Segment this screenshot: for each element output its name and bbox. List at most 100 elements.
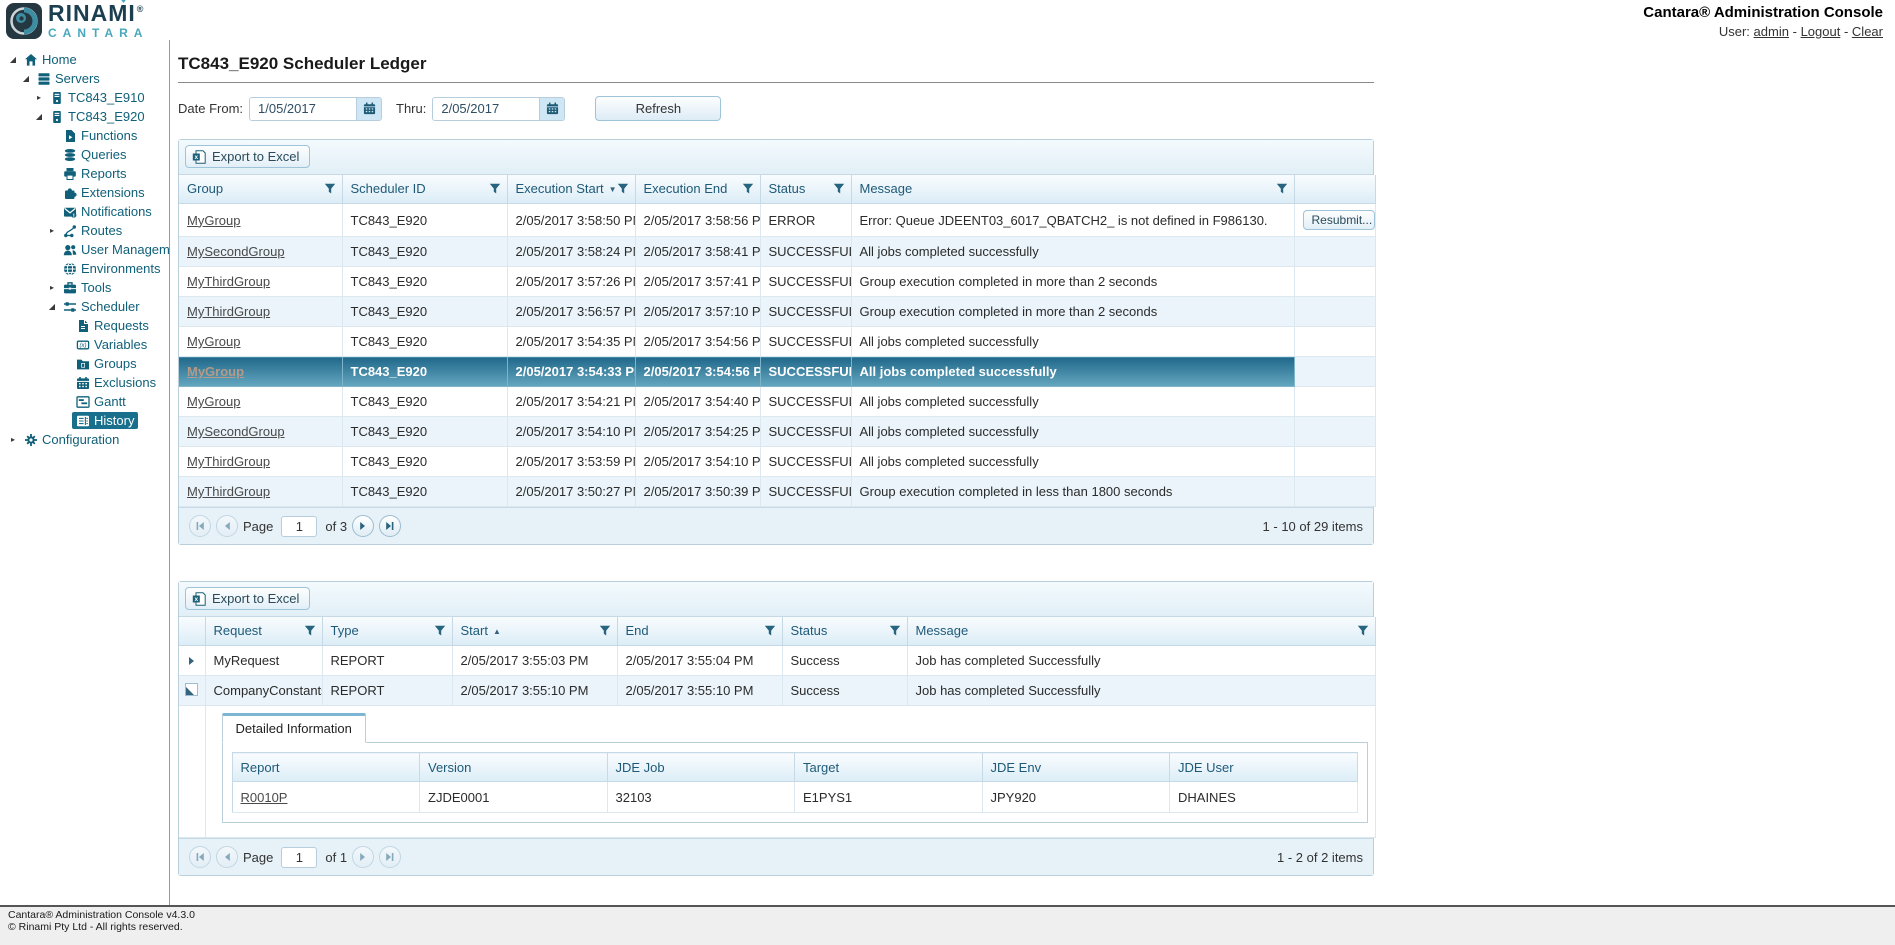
tree-item-label[interactable]: Functions [59,127,141,144]
table-row[interactable]: MyGroup TC843_E920 2/05/2017 3:54:21 PM … [179,387,1375,417]
thru-input[interactable] [433,98,539,120]
column-header-message[interactable]: Message [907,617,1375,646]
tree-item-label[interactable]: Exclusions [72,374,160,391]
tree-item-label[interactable]: Reports [59,165,131,182]
table-row[interactable]: MyGroup TC843_E920 2/05/2017 3:58:50 PM … [179,204,1375,237]
export-to-excel-button[interactable]: x Export to Excel [185,145,310,168]
table-row[interactable]: MyThirdGroup TC843_E920 2/05/2017 3:50:2… [179,477,1375,507]
sidebar-item-history[interactable]: History [0,411,169,430]
filter-button[interactable] [833,183,845,194]
refresh-button[interactable]: Refresh [595,96,721,121]
group-link[interactable]: MyGroup [187,213,240,228]
expand-row-icon[interactable] [189,657,194,665]
filter-button[interactable] [1357,625,1369,636]
group-link[interactable]: MyThirdGroup [187,454,270,469]
pager-prev-button[interactable] [216,846,238,868]
table-row[interactable]: CompanyConstants REPORT 2/05/2017 3:55:1… [179,676,1375,706]
detail-column-header-jde-env[interactable]: JDE Env [982,753,1170,782]
collapse-row-icon[interactable] [185,683,198,696]
pager-first-button[interactable] [189,846,211,868]
report-link[interactable]: R0010P [241,790,288,805]
column-header-group[interactable]: Group [179,175,342,204]
group-link[interactable]: MySecondGroup [187,424,285,439]
detail-column-header-jde-job[interactable]: JDE Job [607,753,795,782]
tree-item-label[interactable]: Environments [59,260,164,277]
tree-item-label[interactable]: Notifications [59,203,156,220]
filter-button[interactable] [764,625,776,636]
sidebar-item-servers[interactable]: ◢Servers [0,69,169,88]
tree-item-label[interactable]: Servers [33,70,104,87]
page-number-input[interactable] [281,847,317,868]
table-row[interactable]: MySecondGroup TC843_E920 2/05/2017 3:58:… [179,237,1375,267]
filter-button[interactable] [324,183,336,194]
tree-item-label[interactable]: (x)Variables [72,336,151,353]
date-from-input[interactable] [250,98,356,120]
pager-prev-button[interactable] [216,515,238,537]
sidebar-item-tc843-e920[interactable]: ◢TC843_E920 [0,107,169,126]
sidebar-item-tc843-e910[interactable]: ▸TC843_E910 [0,88,169,107]
sidebar-item-scheduler[interactable]: ◢Scheduler [0,297,169,316]
column-header-execution-start[interactable]: Execution Start▼ [507,175,635,204]
detail-column-header-target[interactable]: Target [795,753,983,782]
tree-expanded-icon[interactable]: ◢ [6,55,20,64]
date-from-calendar-button[interactable] [356,98,381,120]
filter-button[interactable] [617,183,629,194]
sidebar-item-user-management[interactable]: User Management [0,240,169,259]
column-header-type[interactable]: Type [322,617,452,646]
group-link[interactable]: MyGroup [187,334,240,349]
thru-calendar-button[interactable] [539,98,564,120]
tree-item-label[interactable]: User Management [59,241,170,258]
filter-button[interactable] [1276,183,1288,194]
column-header-start[interactable]: Start▲ [452,617,617,646]
tree-item-label[interactable]: Extensions [59,184,149,201]
tree-item-label[interactable]: Home [20,51,81,68]
group-link[interactable]: MySecondGroup [187,244,285,259]
sidebar-item-environments[interactable]: Environments [0,259,169,278]
sidebar-item-tools[interactable]: ▸Tools [0,278,169,297]
group-link[interactable]: MyThirdGroup [187,274,270,289]
column-header-scheduler-id[interactable]: Scheduler ID [342,175,507,204]
column-header-end[interactable]: End [617,617,782,646]
tree-item-label[interactable]: TC843_E910 [46,89,149,106]
detail-column-header-report[interactable]: Report [232,753,420,782]
sidebar-item-home[interactable]: ◢Home [0,50,169,69]
tree-item-label[interactable]: Scheduler [59,298,144,315]
sidebar-item-reports[interactable]: Reports [0,164,169,183]
resubmit-button[interactable]: Resubmit... [1303,210,1375,230]
pager-first-button[interactable] [189,515,211,537]
sidebar-item-routes[interactable]: ▸Routes [0,221,169,240]
sidebar-item-configuration[interactable]: ▸Configuration [0,430,169,449]
filter-button[interactable] [742,183,754,194]
group-link[interactable]: MyThirdGroup [187,484,270,499]
table-row[interactable]: MyGroup TC843_E920 2/05/2017 3:54:35 PM … [179,327,1375,357]
column-header-status[interactable]: Status [782,617,907,646]
table-row[interactable]: MyRequest REPORT 2/05/2017 3:55:03 PM 2/… [179,646,1375,676]
sidebar-item-exclusions[interactable]: Exclusions [0,373,169,392]
group-link[interactable]: MyGroup [187,364,244,379]
export-to-excel-button[interactable]: x Export to Excel [185,587,310,610]
tree-expanded-icon[interactable]: ◢ [45,302,59,311]
sidebar-item-groups[interactable]: Groups [0,354,169,373]
filter-button[interactable] [304,625,316,636]
column-header-message[interactable]: Message [851,175,1294,204]
filter-button[interactable] [489,183,501,194]
table-row[interactable]: MyThirdGroup TC843_E920 2/05/2017 3:56:5… [179,297,1375,327]
tree-collapsed-icon[interactable]: ▸ [32,93,46,102]
table-row[interactable]: MySecondGroup TC843_E920 2/05/2017 3:54:… [179,417,1375,447]
tree-item-label[interactable]: Tools [59,279,115,296]
sidebar-item-functions[interactable]: Functions [0,126,169,145]
sidebar-item-queries[interactable]: Queries [0,145,169,164]
sidebar-item-variables[interactable]: (x)Variables [0,335,169,354]
filter-button[interactable] [434,625,446,636]
group-link[interactable]: MyThirdGroup [187,304,270,319]
table-row[interactable]: MyGroup TC843_E920 2/05/2017 3:54:33 PM … [179,357,1375,387]
column-header-request[interactable]: Request [205,617,322,646]
tree-item-label[interactable]: History [72,412,138,429]
page-number-input[interactable] [281,516,317,537]
tree-item-label[interactable]: Queries [59,146,131,163]
detail-column-header-version[interactable]: Version [420,753,608,782]
pager-last-button[interactable] [379,846,401,868]
tree-item-label[interactable]: Configuration [20,431,123,448]
tree-item-label[interactable]: Routes [59,222,126,239]
tree-collapsed-icon[interactable]: ▸ [45,226,59,235]
